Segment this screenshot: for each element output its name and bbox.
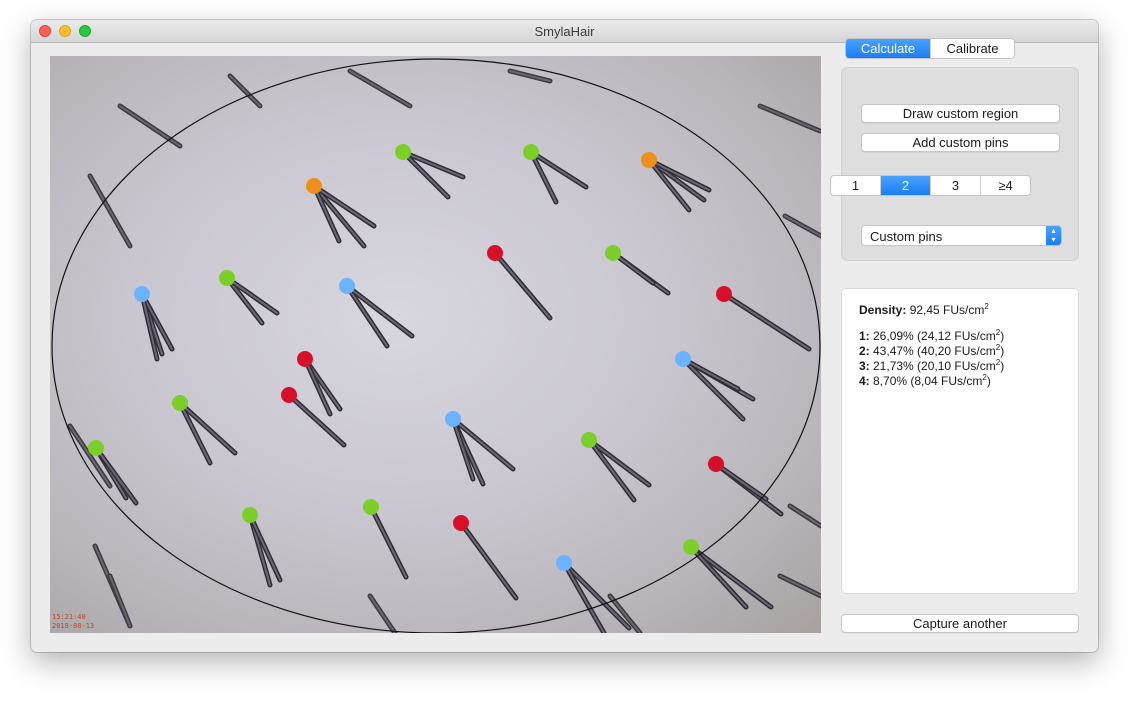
hair-strand xyxy=(759,105,821,132)
pin-mode-select[interactable]: Custom pins ▴ ▾ xyxy=(861,225,1062,246)
count-option-2[interactable]: 2 xyxy=(880,176,930,195)
pin-category-2[interactable] xyxy=(605,245,621,261)
count-option-4[interactable]: ≥4 xyxy=(980,176,1030,195)
hair-strand xyxy=(369,595,396,633)
pin-category-3[interactable] xyxy=(339,278,355,294)
count-option-3[interactable]: 3 xyxy=(930,176,980,195)
pin-category-2[interactable] xyxy=(581,432,597,448)
capture-time: 15:21:40 xyxy=(52,613,86,621)
pin-category-2[interactable] xyxy=(523,144,539,160)
hair-strand xyxy=(109,575,131,627)
density-exponent: 2 xyxy=(984,302,989,311)
tab-calibrate[interactable]: Calibrate xyxy=(930,39,1014,58)
hair-strand xyxy=(346,285,413,337)
hair-strand xyxy=(179,402,236,454)
add-custom-pins-button[interactable]: Add custom pins xyxy=(861,133,1060,152)
hair-strand xyxy=(460,522,517,599)
density-value: 92,45 FUs/cm xyxy=(909,303,985,317)
density-label: Density: xyxy=(859,303,907,317)
result-key: 4: xyxy=(859,374,870,388)
pin-category-2[interactable] xyxy=(219,270,235,286)
hair-strand xyxy=(346,285,388,347)
result-row: 1: 26,09% (24,12 FUs/cm2) xyxy=(859,329,1061,344)
pins-layer xyxy=(88,144,732,571)
results-panel: Density: 92,45 FUs/cm2 1: 26,09% (24,12 … xyxy=(841,288,1079,594)
hair-strand xyxy=(89,175,131,247)
pin-category-2[interactable] xyxy=(242,507,258,523)
pin-category-4[interactable] xyxy=(297,351,313,367)
window-title: SmylaHair xyxy=(534,24,595,39)
result-value: 8,70% (8,04 FUs/cm xyxy=(869,374,983,388)
hair-strand xyxy=(690,546,772,608)
hair-strand xyxy=(723,293,810,350)
result-value: 43,47% (40,20 FUs/cm xyxy=(869,344,996,358)
pin-category-4[interactable] xyxy=(716,286,732,302)
pin-category-2[interactable] xyxy=(395,144,411,160)
pin-category-3[interactable] xyxy=(134,286,150,302)
scalp-image[interactable]: 15:21:40 2018-08-13 xyxy=(50,56,821,633)
pin-category-1[interactable] xyxy=(306,178,322,194)
result-row: 3: 21,73% (20,10 FUs/cm2) xyxy=(859,359,1061,374)
hair-strand xyxy=(715,463,767,500)
hair-strand xyxy=(179,402,211,464)
results-rows: 1: 26,09% (24,12 FUs/cm2) 2: 43,47% (40,2… xyxy=(859,329,1061,389)
pin-category-3[interactable] xyxy=(675,351,691,367)
pin-category-2[interactable] xyxy=(683,539,699,555)
hair-strand xyxy=(494,252,551,319)
pin-category-2[interactable] xyxy=(172,395,188,411)
app-window: SmylaHair 15:21:40 2018-08-13 Draw custo… xyxy=(31,20,1098,652)
count-option-1[interactable]: 1 xyxy=(831,176,880,195)
pin-category-4[interactable] xyxy=(487,245,503,261)
tab-calculate[interactable]: Calculate xyxy=(846,39,930,58)
result-key: 2: xyxy=(859,344,870,358)
pin-category-3[interactable] xyxy=(445,411,461,427)
pin-category-4[interactable] xyxy=(281,387,297,403)
analysis-region-ellipse[interactable] xyxy=(51,58,821,633)
mode-tabs: Calculate Calibrate xyxy=(845,38,1015,59)
hair-strand xyxy=(779,575,821,597)
pin-category-2[interactable] xyxy=(363,499,379,515)
scalp-image-canvas[interactable] xyxy=(50,56,821,633)
chevron-updown-icon: ▴ ▾ xyxy=(1046,226,1061,245)
hair-strand xyxy=(119,105,181,147)
hair-strand xyxy=(509,70,551,82)
capture-another-button[interactable]: Capture another xyxy=(841,614,1079,633)
result-tail: ) xyxy=(986,374,991,388)
result-value: 26,09% (24,12 FUs/cm xyxy=(869,329,996,343)
result-row: 2: 43,47% (40,20 FUs/cm2) xyxy=(859,344,1061,359)
result-key: 1: xyxy=(859,329,870,343)
pin-category-4[interactable] xyxy=(453,515,469,531)
pin-category-3[interactable] xyxy=(556,555,572,571)
density-line: Density: 92,45 FUs/cm2 xyxy=(859,302,1061,318)
result-tail: ) xyxy=(1000,359,1005,373)
result-tail: ) xyxy=(1000,329,1005,343)
result-value: 21,73% (20,10 FUs/cm xyxy=(869,359,996,373)
pin-category-4[interactable] xyxy=(708,456,724,472)
hair-strand xyxy=(690,546,747,608)
hair-count-selector: 1 2 3 ≥4 xyxy=(830,175,1031,196)
draw-custom-region-button[interactable]: Draw custom region xyxy=(861,104,1060,123)
result-row: 4: 8,70% (8,04 FUs/cm2) xyxy=(859,374,1061,389)
result-key: 3: xyxy=(859,359,870,373)
hair-strand xyxy=(784,215,821,237)
hair-strand xyxy=(789,505,821,527)
pin-mode-value: Custom pins xyxy=(870,229,943,244)
capture-date: 2018-08-13 xyxy=(52,622,95,630)
result-tail: ) xyxy=(1000,344,1005,358)
pin-category-2[interactable] xyxy=(88,440,104,456)
capture-timestamp: 15:21:40 2018-08-13 xyxy=(52,613,94,631)
hair-strand xyxy=(370,506,407,578)
pin-category-1[interactable] xyxy=(641,152,657,168)
hair-strand xyxy=(349,70,411,107)
